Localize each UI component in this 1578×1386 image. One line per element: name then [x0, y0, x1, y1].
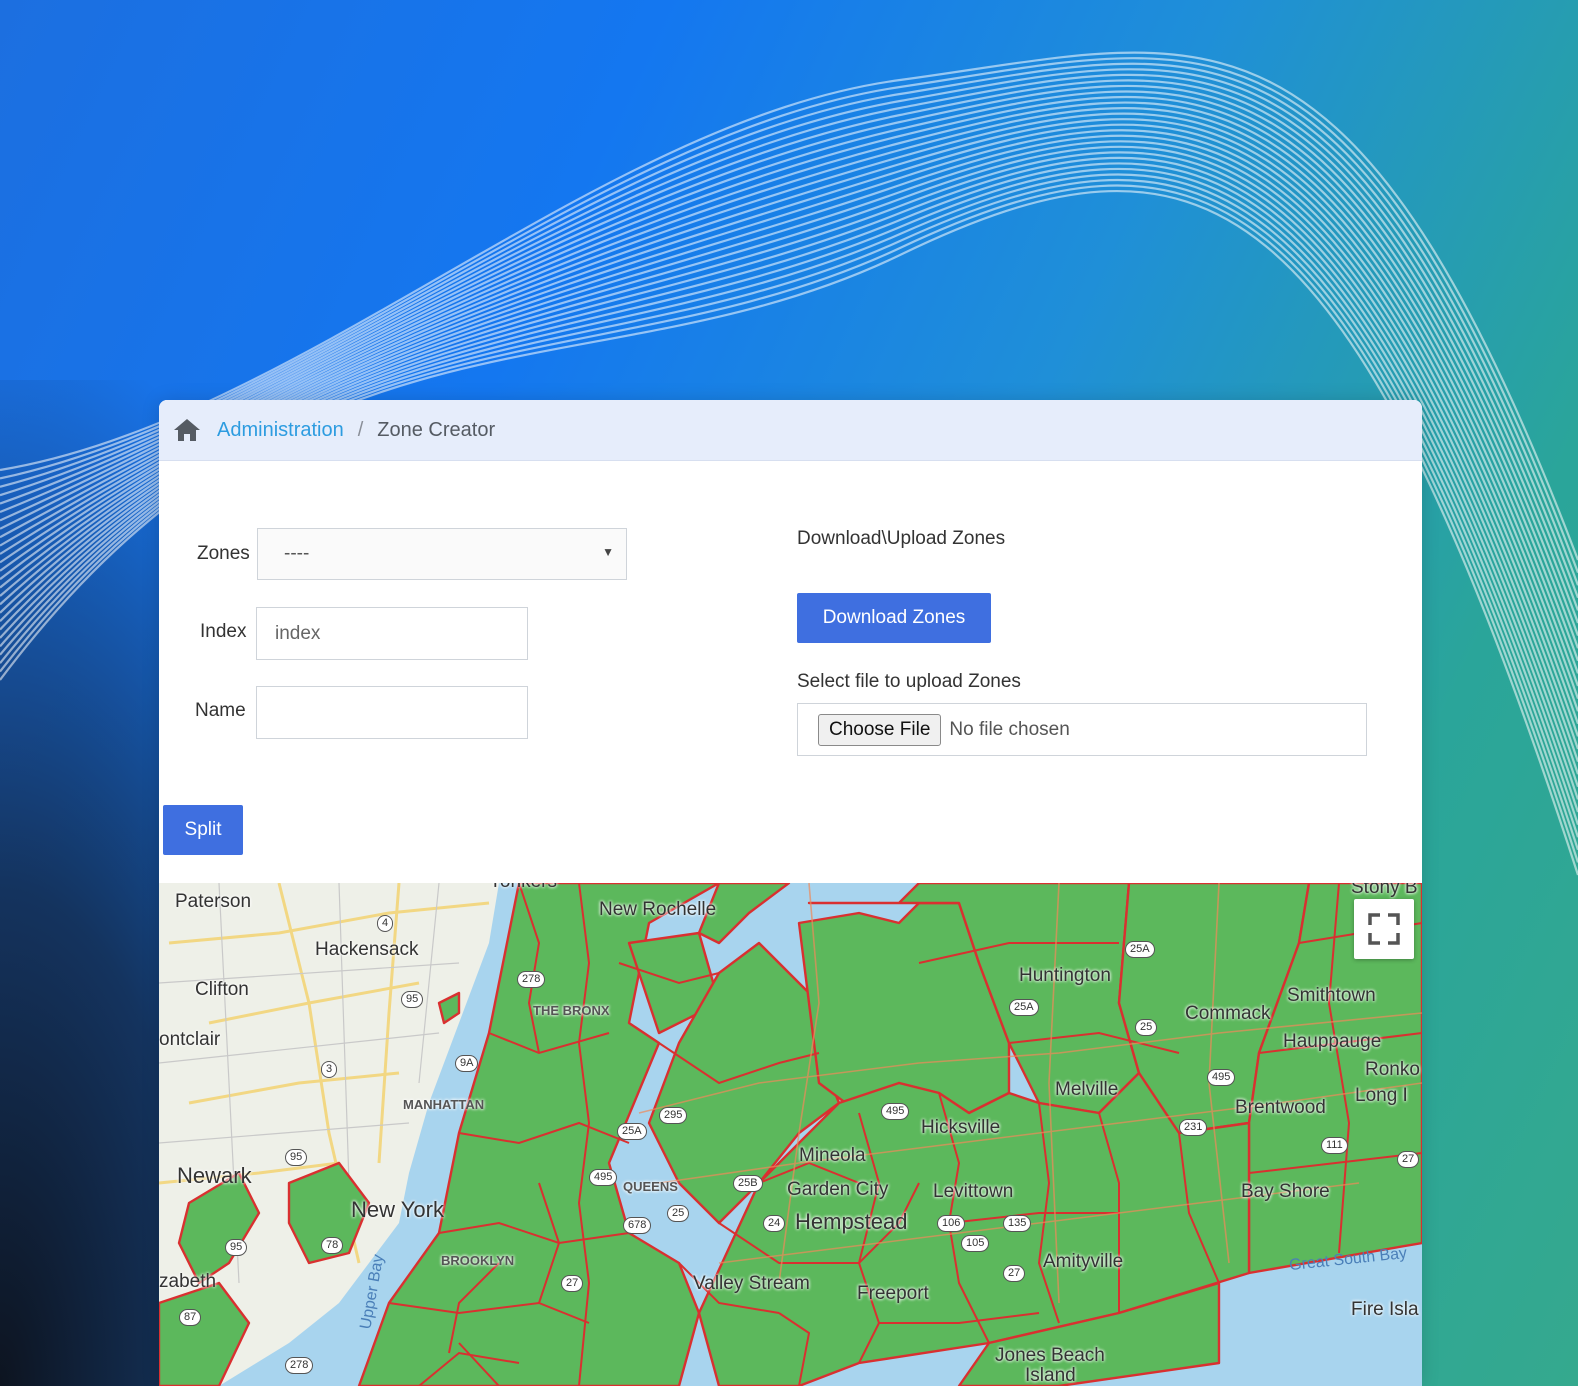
route-shield: 111 [1321, 1137, 1348, 1154]
place-yonkers: Yonkers [489, 883, 557, 893]
no-file-text: No file chosen [949, 718, 1070, 740]
place-hackensack: Hackensack [315, 939, 419, 960]
place-newark: Newark [177, 1163, 252, 1188]
route-shield: 4 [377, 915, 394, 932]
zones-select[interactable]: ---- ▼ [257, 528, 627, 580]
place-manhattan: MANHATTAN [403, 1097, 485, 1112]
place-queens: QUEENS [623, 1179, 678, 1194]
zone-map[interactable]: Yonkers Paterson New Rochelle Stony B Ha… [159, 883, 1422, 1386]
transfer-heading: Download\Upload Zones [797, 528, 1006, 549]
place-garden-city: Garden City [787, 1179, 889, 1200]
route-shield: 135 [1003, 1215, 1032, 1232]
index-label: Index [200, 621, 247, 642]
breadcrumb: Administration / Zone Creator [159, 400, 1422, 461]
place-ronkonkoma: Ronko [1365, 1059, 1420, 1080]
index-input[interactable] [256, 607, 528, 660]
place-freeport: Freeport [857, 1283, 929, 1304]
route-shield: 495 [1207, 1069, 1236, 1086]
route-shield: 78 [321, 1237, 344, 1254]
place-huntington: Huntington [1019, 965, 1111, 986]
route-shield: 105 [961, 1235, 990, 1252]
zones-label: Zones [197, 543, 250, 564]
route-shield: 24 [763, 1215, 786, 1232]
place-valley-stream: Valley Stream [693, 1273, 810, 1294]
route-shield: 27 [1397, 1151, 1420, 1168]
home-icon[interactable] [173, 418, 201, 442]
fullscreen-button[interactable] [1354, 899, 1414, 959]
place-melville: Melville [1055, 1079, 1119, 1100]
route-shield: 25A [617, 1123, 647, 1140]
route-shield: 106 [937, 1215, 966, 1232]
place-new-rochelle: New Rochelle [599, 899, 717, 920]
route-shield: 9A [455, 1055, 479, 1072]
name-input[interactable] [256, 686, 528, 739]
route-shield: 231 [1179, 1119, 1208, 1136]
route-shield: 27 [561, 1275, 584, 1292]
route-shield: 95 [225, 1239, 248, 1256]
place-bay-shore: Bay Shore [1241, 1181, 1330, 1202]
route-shield: 25 [667, 1205, 690, 1222]
route-shield: 295 [659, 1107, 688, 1124]
route-shield: 3 [321, 1061, 338, 1078]
place-the-bronx: THE BRONX [533, 1003, 610, 1018]
route-shield: 87 [179, 1309, 202, 1326]
route-shield: 25 [1135, 1019, 1158, 1036]
place-commack: Commack [1185, 1003, 1271, 1024]
breadcrumb-administration-link[interactable]: Administration [217, 419, 344, 442]
place-brentwood: Brentwood [1235, 1097, 1326, 1118]
chevron-down-icon: ▼ [602, 545, 614, 559]
split-button[interactable]: Split [163, 805, 243, 855]
place-stony-brook: Stony B [1351, 883, 1418, 898]
route-shield: 25B [733, 1175, 763, 1192]
place-fire-island: Fire Isla [1351, 1299, 1419, 1320]
route-shield: 495 [589, 1169, 618, 1186]
zones-select-value: ---- [284, 543, 310, 564]
place-long-island: Long I [1355, 1085, 1408, 1106]
breadcrumb-separator: / [357, 418, 364, 441]
place-levittown: Levittown [933, 1181, 1014, 1202]
place-hauppauge: Hauppauge [1283, 1031, 1382, 1052]
route-shield: 25A [1125, 941, 1155, 958]
place-mineola: Mineola [799, 1145, 866, 1166]
route-shield: 278 [285, 1357, 314, 1374]
place-montclair: ontclair [159, 1029, 221, 1050]
place-hempstead: Hempstead [795, 1209, 908, 1234]
route-shield: 278 [517, 971, 546, 988]
route-shield: 95 [285, 1149, 308, 1166]
route-shield: 678 [623, 1217, 652, 1234]
place-clifton: Clifton [195, 979, 249, 1000]
place-new-york: New York [351, 1197, 444, 1222]
place-jones-beach: Jones Beach [995, 1345, 1105, 1366]
route-shield: 25A [1009, 999, 1039, 1016]
place-paterson: Paterson [175, 891, 252, 912]
place-jones-beach-island: Island [1025, 1365, 1076, 1386]
route-shield: 495 [881, 1103, 910, 1120]
upload-label: Select file to upload Zones [797, 671, 1021, 692]
breadcrumb-current: Zone Creator [377, 418, 496, 441]
download-zones-button[interactable]: Download Zones [797, 593, 991, 643]
name-label: Name [195, 700, 246, 721]
place-elizabeth: zabeth [159, 1271, 217, 1292]
choose-file-button[interactable]: Choose File [818, 713, 942, 746]
zone-creator-panel: Administration / Zone Creator Zones ----… [159, 400, 1422, 1386]
place-hicksville: Hicksville [921, 1117, 1001, 1138]
file-upload-field[interactable]: Choose File No file chosen [797, 703, 1367, 756]
place-smithtown: Smithtown [1287, 985, 1376, 1006]
fullscreen-icon [1368, 913, 1400, 945]
route-shield: 27 [1003, 1265, 1026, 1282]
place-amityville: Amityville [1043, 1251, 1124, 1272]
route-shield: 95 [401, 991, 424, 1008]
place-brooklyn: BROOKLYN [441, 1253, 515, 1268]
